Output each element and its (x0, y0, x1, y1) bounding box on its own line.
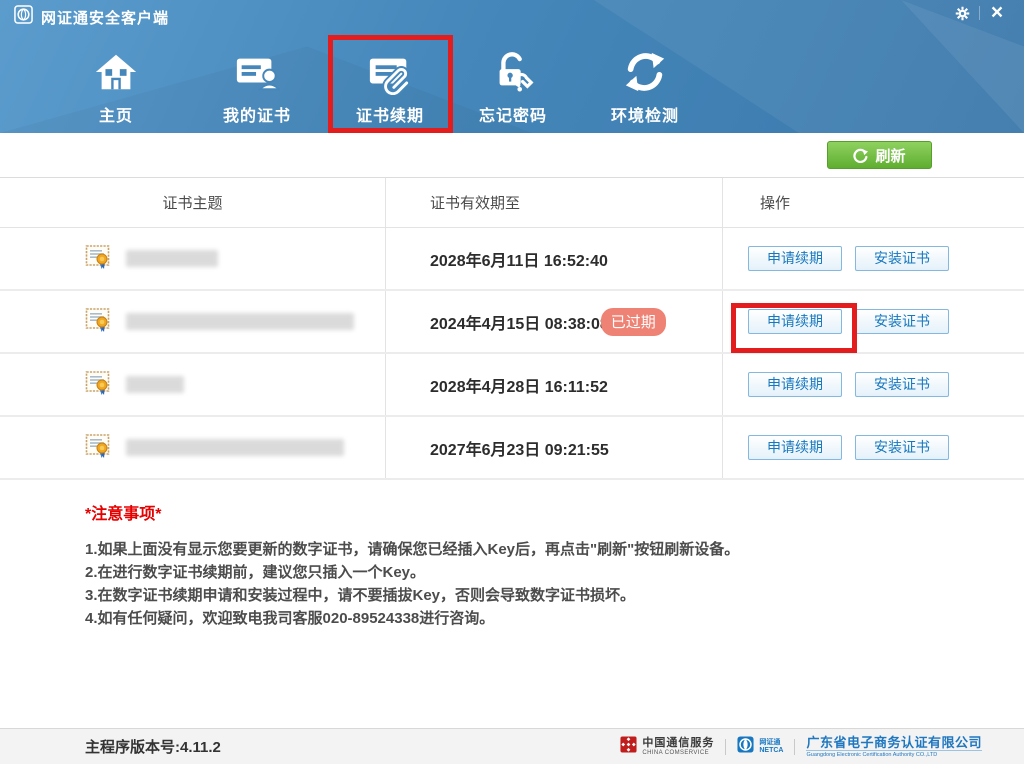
expiry-date: 2028年6月11日 16:52:40 (430, 247, 608, 271)
column-header-subject: 证书主题 (162, 192, 222, 213)
redacted-subject-blur (126, 313, 354, 330)
install-certificate-button[interactable]: 安装证书 (855, 309, 949, 334)
install-certificate-button[interactable]: 安装证书 (855, 246, 949, 271)
certificate-subject-cell (0, 306, 354, 338)
column-header-action: 操作 (760, 192, 790, 213)
nav-label-environment-check: 环境检测 (611, 102, 679, 126)
china-comservice-emblem-icon (620, 736, 637, 758)
lock-wrench-icon (489, 48, 537, 96)
refresh-icon (853, 148, 868, 163)
footer-logos: 中国通信服务 CHINA COMSERVICE 网证通 NETCA (620, 736, 982, 758)
footer-divider (725, 739, 726, 755)
gdca-name-cn: 广东省电子商务认证有限公司 (806, 736, 982, 749)
certificate-icon (85, 306, 112, 338)
expiry-date: 2024年4月15日 08:38:08 (430, 310, 609, 334)
certificate-subject-cell (0, 243, 218, 275)
gdca-logo: 广东省电子商务认证有限公司 Guangdong Electronic Certi… (806, 736, 982, 758)
table-row: 2027年6月23日 09:21:55 申请续期 安装证书 (0, 417, 1024, 480)
certificate-icon (85, 243, 112, 275)
nav-label-my-certificates: 我的证书 (223, 102, 291, 126)
netca-logo: 网证通 NETCA (737, 736, 783, 758)
table-header-row: 证书主题 证书有效期至 操作 (0, 178, 1024, 228)
netca-emblem-icon (737, 736, 754, 758)
netca-text-en: NETCA (759, 747, 783, 754)
table-row: 2028年6月11日 16:52:40 申请续期 安装证书 (0, 228, 1024, 291)
column-header-expiry: 证书有效期至 (430, 192, 520, 213)
close-icon[interactable]: × (980, 1, 1014, 25)
nav-item-home[interactable]: 主页 (61, 48, 171, 126)
apply-renewal-button[interactable]: 申请续期 (748, 246, 842, 271)
nav-label-forgot-password: 忘记密码 (479, 102, 547, 126)
redacted-subject-blur (126, 439, 344, 456)
notes-section: *注意事项* 1.如果上面没有显示您要更新的数字证书，请确保您已经插入Key后，… (85, 500, 985, 630)
footer: 主程序版本号:4.11.2 (0, 728, 1024, 764)
nav-item-forgot-password[interactable]: 忘记密码 (458, 48, 568, 126)
netca-client-window: 网证通安全客户端 × (0, 0, 1024, 764)
id-card-user-icon (233, 48, 281, 96)
apply-renewal-button[interactable]: 申请续期 (748, 372, 842, 397)
apply-renewal-button-highlighted[interactable]: 申请续期 (748, 309, 842, 334)
china-comservice-en: CHINA COMSERVICE (642, 750, 714, 756)
redacted-subject-blur (126, 250, 218, 267)
nav-label-certificate-renewal: 证书续期 (356, 102, 424, 126)
expiry-date: 2028年4月28日 16:11:52 (430, 373, 608, 397)
nav-item-my-certificates[interactable]: 我的证书 (202, 48, 312, 126)
note-item: 1.如果上面没有显示您要更新的数字证书，请确保您已经插入Key后，再点击"刷新"… (85, 538, 985, 561)
netca-text-cn: 网证通 (759, 739, 783, 746)
home-icon (92, 48, 140, 96)
refresh-label: 刷新 (875, 145, 905, 166)
nav-item-environment-check[interactable]: 环境检测 (590, 48, 700, 126)
note-item: 3.在数字证书续期申请和安装过程中，请不要插拔Key，否则会导致数字证书损坏。 (85, 584, 985, 607)
expiry-date: 2027年6月23日 09:21:55 (430, 436, 609, 460)
notes-title: *注意事项* (85, 500, 985, 524)
note-item: 4.如有任何疑问，欢迎致电我司客服020-89524338进行咨询。 (85, 607, 985, 630)
app-logo-icon (14, 5, 33, 29)
nav-label-home: 主页 (99, 102, 133, 126)
gdca-name-en: Guangdong Electronic Certification Autho… (806, 750, 982, 758)
expired-badge: 已过期 (601, 308, 666, 336)
apply-renewal-button[interactable]: 申请续期 (748, 435, 842, 460)
certificate-subject-cell (0, 369, 184, 401)
certificate-table: 证书主题 证书有效期至 操作 (0, 178, 1024, 480)
note-item: 2.在进行数字证书续期前，建议您只插入一个Key。 (85, 561, 985, 584)
redacted-subject-blur (126, 376, 184, 393)
certificate-subject-cell (0, 432, 344, 464)
settings-gear-icon[interactable] (945, 1, 979, 25)
sync-arrows-icon (621, 48, 669, 96)
header: 网证通安全客户端 × (0, 0, 1024, 133)
china-comservice-cn: 中国通信服务 (642, 738, 714, 749)
notes-list: 1.如果上面没有显示您要更新的数字证书，请确保您已经插入Key后，再点击"刷新"… (85, 538, 985, 630)
table-row: 2024年4月15日 08:38:08 已过期 申请续期 安装证书 (0, 291, 1024, 354)
table-row: 2028年4月28日 16:11:52 申请续期 安装证书 (0, 354, 1024, 417)
install-certificate-button[interactable]: 安装证书 (855, 372, 949, 397)
app-title: 网证通安全客户端 (41, 7, 169, 28)
install-certificate-button[interactable]: 安装证书 (855, 435, 949, 460)
titlebar: 网证通安全客户端 (14, 5, 169, 29)
footer-divider (794, 739, 795, 755)
id-card-paperclip-icon (366, 48, 414, 96)
certificate-icon (85, 432, 112, 464)
nav-item-certificate-renewal[interactable]: 证书续期 (335, 48, 445, 126)
version-label: 主程序版本号:4.11.2 (85, 736, 221, 757)
toolbar: 刷新 (0, 133, 1024, 178)
refresh-button[interactable]: 刷新 (827, 141, 932, 169)
window-controls: × (945, 0, 1014, 26)
certificate-icon (85, 369, 112, 401)
china-comservice-logo: 中国通信服务 CHINA COMSERVICE (620, 736, 714, 758)
